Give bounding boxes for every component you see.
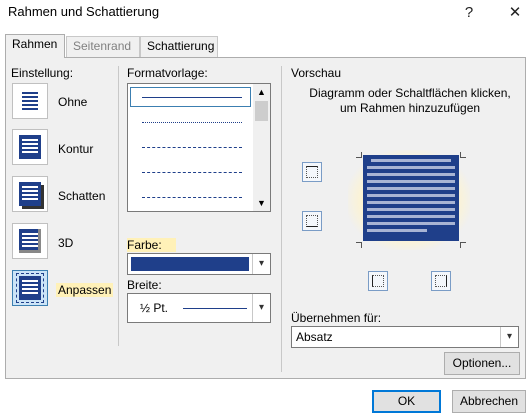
bottom-border-icon — [306, 215, 318, 227]
width-label: Breite: — [127, 278, 162, 292]
right-border-button[interactable] — [431, 271, 451, 291]
scroll-down-icon[interactable]: ▼ — [253, 195, 270, 211]
setting-box-icon — [19, 135, 41, 159]
width-combo[interactable]: ½ Pt. ▾ — [127, 293, 271, 323]
setting-none-button[interactable] — [12, 83, 48, 119]
style-scrollbar[interactable]: ▲ ▼ — [253, 84, 270, 211]
width-value: ½ Pt. — [140, 301, 169, 315]
setting-none-icon — [19, 89, 41, 113]
style-dash-small[interactable] — [142, 147, 242, 148]
style-dash-dot[interactable] — [142, 197, 242, 198]
style-solid[interactable] — [142, 97, 242, 98]
left-border-icon — [372, 275, 384, 287]
help-button[interactable]: ? — [458, 3, 480, 23]
setting-box-button[interactable] — [12, 129, 48, 165]
apply-to-combo[interactable]: Absatz ▾ — [291, 326, 519, 348]
apply-to-value: Absatz — [296, 330, 333, 344]
color-combo[interactable]: ▾ — [127, 253, 271, 275]
corner-mark — [460, 152, 466, 158]
apply-to-label: Übernehmen für: — [291, 311, 382, 325]
tab-schattierung-label: Schattierung — [147, 39, 215, 53]
border-style-list[interactable]: ▲ ▼ — [127, 83, 271, 212]
tab-rahmen-label: Rahmen — [12, 37, 58, 51]
setting-custom-label: Anpassen — [56, 283, 114, 297]
preview-diagram[interactable] — [363, 155, 459, 241]
setting-none-label: Ohne — [58, 95, 88, 109]
setting-3d-icon — [19, 229, 41, 253]
tab-schattierung[interactable]: Schattierung — [140, 36, 218, 57]
corner-mark — [356, 152, 362, 158]
preview-header: Vorschau — [291, 66, 342, 80]
style-dash-large[interactable] — [142, 172, 242, 173]
setting-shadow-button[interactable] — [12, 176, 48, 212]
style-dotted[interactable] — [142, 122, 242, 123]
preview-instruction: Diagramm oder Schaltflächen klicken, um … — [309, 86, 511, 115]
right-border-icon — [435, 275, 447, 287]
width-line-sample — [183, 308, 247, 309]
tab-seitenrand[interactable]: Seitenrand — [66, 36, 140, 57]
chevron-down-icon[interactable]: ▾ — [252, 254, 270, 274]
top-border-icon — [306, 166, 318, 178]
tab-seitenrand-label: Seitenrand — [73, 39, 132, 53]
setting-custom-icon — [16, 273, 44, 303]
scroll-up-icon[interactable]: ▲ — [253, 84, 270, 100]
setting-3d-button[interactable] — [12, 223, 48, 259]
close-button[interactable]: ✕ — [504, 3, 526, 23]
options-button[interactable]: Optionen... — [444, 352, 520, 375]
setting-custom-button[interactable] — [12, 270, 48, 306]
color-swatch — [131, 257, 249, 271]
column-divider — [118, 66, 119, 346]
scroll-thumb[interactable] — [255, 101, 268, 121]
dialog-title: Rahmen und Schattierung — [8, 4, 160, 19]
top-border-button[interactable] — [302, 162, 322, 182]
settings-header: Einstellung: — [11, 66, 74, 80]
setting-box-label: Kontur — [58, 142, 94, 156]
tab-rahmen[interactable]: Rahmen — [5, 34, 65, 58]
left-border-button[interactable] — [368, 271, 388, 291]
setting-shadow-icon — [19, 182, 41, 206]
chevron-down-icon[interactable]: ▾ — [500, 327, 518, 347]
cancel-button[interactable]: Abbrechen — [452, 390, 526, 413]
column-divider-2 — [281, 66, 282, 372]
color-label: Farbe: — [127, 238, 176, 252]
style-header: Formatvorlage: — [127, 66, 208, 80]
chevron-down-icon[interactable]: ▾ — [252, 294, 270, 322]
corner-mark — [356, 242, 362, 248]
corner-mark — [460, 242, 466, 248]
setting-3d-label: 3D — [58, 236, 74, 250]
setting-shadow-label: Schatten — [58, 189, 106, 203]
bottom-border-button[interactable] — [302, 211, 322, 231]
ok-button[interactable]: OK — [372, 390, 441, 413]
